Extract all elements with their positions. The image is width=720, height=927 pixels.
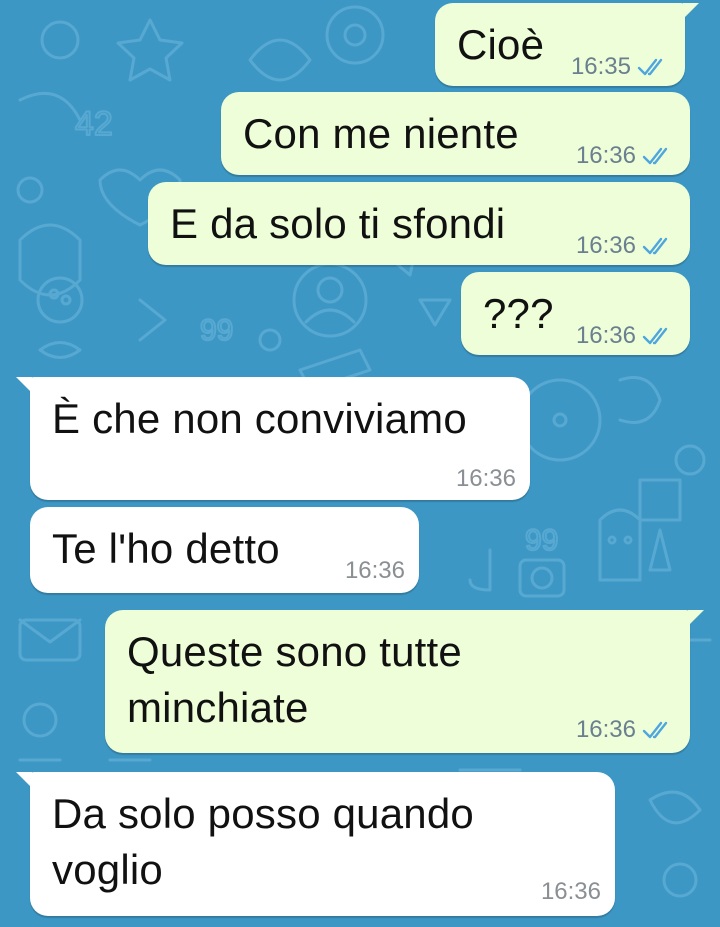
message-meta: 16:36 — [456, 465, 516, 493]
bubble-tail — [688, 610, 704, 626]
message-text: Da solo posso quando voglio — [52, 790, 474, 893]
message-time: 16:36 — [575, 232, 636, 259]
message-text: E da solo ti sfondi — [170, 200, 506, 247]
message-time: 16:36 — [455, 465, 516, 492]
message-bubble-outgoing[interactable]: E da solo ti sfondi 16:36 — [148, 182, 690, 265]
double-check-icon — [642, 147, 668, 165]
message-meta: 16:36 — [345, 557, 405, 585]
message-meta: 16:36 — [576, 716, 672, 744]
message-meta: 16:36 — [576, 232, 672, 260]
message-bubble-incoming[interactable]: Da solo posso quando voglio 16:36 — [16, 772, 615, 916]
message-time: 16:35 — [570, 53, 631, 80]
message-time: 16:36 — [575, 142, 636, 169]
message-meta: 16:36 — [576, 322, 672, 350]
message-time: 16:36 — [344, 557, 405, 584]
message-bubble-outgoing[interactable]: Queste sono tutte minchiate 16:36 — [105, 610, 704, 753]
double-check-icon — [642, 721, 668, 739]
message-time: 16:36 — [575, 716, 636, 743]
message-meta: 16:35 — [571, 53, 667, 81]
message-text: È che non conviviamo — [52, 395, 467, 442]
message-bubble-outgoing[interactable]: Cioè 16:35 — [435, 3, 699, 86]
bubble-tail — [683, 3, 699, 19]
message-bubble-incoming[interactable]: È che non conviviamo 16:36 — [16, 377, 530, 500]
message-bubble-incoming[interactable]: Te l'ho detto 16:36 — [30, 507, 419, 593]
bubble-tail — [16, 772, 32, 788]
message-time: 16:36 — [540, 878, 601, 905]
message-text: Cioè — [457, 21, 545, 68]
double-check-icon — [637, 58, 663, 76]
double-check-icon — [642, 327, 668, 345]
message-meta: 16:36 — [541, 878, 601, 906]
bubble-tail — [16, 377, 32, 393]
message-text: Con me niente — [243, 110, 519, 157]
message-text: ??? — [483, 290, 554, 337]
message-meta: 16:36 — [576, 142, 672, 170]
message-text: Queste sono tutte minchiate — [127, 628, 462, 731]
message-text: Te l'ho detto — [52, 525, 280, 572]
message-time: 16:36 — [575, 322, 636, 349]
message-bubble-outgoing[interactable]: Con me niente 16:36 — [221, 92, 690, 175]
message-bubble-outgoing[interactable]: ??? 16:36 — [461, 272, 690, 355]
double-check-icon — [642, 237, 668, 255]
conversation: Cioè 16:35 Con me niente 16:36 E da solo… — [0, 0, 720, 927]
